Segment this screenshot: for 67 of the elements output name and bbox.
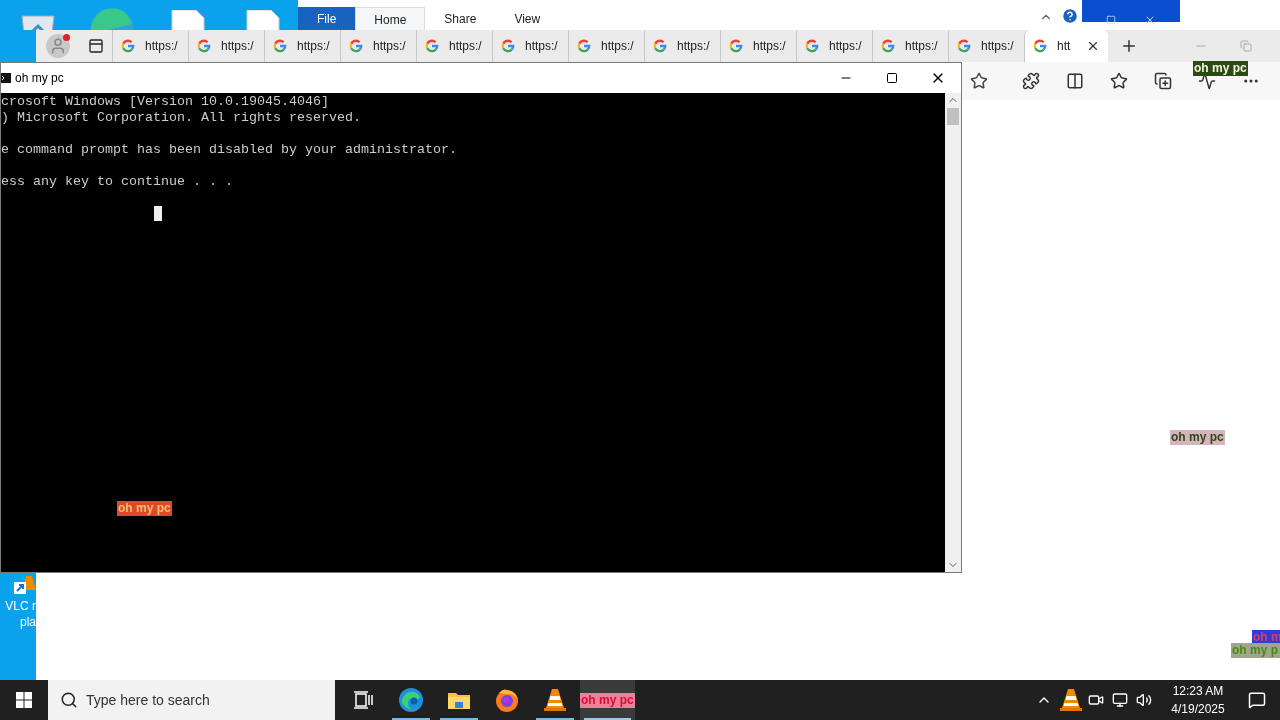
- scrollbar[interactable]: [945, 93, 961, 572]
- google-icon: [881, 39, 895, 53]
- firefox-icon: [494, 687, 520, 713]
- clock[interactable]: 12:23 AM 4/19/2025: [1158, 682, 1238, 718]
- google-icon: [805, 39, 819, 53]
- console-line: ) Microsoft Corporation. All rights reserved.: [1, 110, 362, 126]
- close-tab-icon[interactable]: [1086, 39, 1100, 53]
- ribbon-tab[interactable]: File: [298, 7, 356, 31]
- close-icon[interactable]: [1144, 14, 1156, 26]
- clock-time: 12:23 AM: [1172, 683, 1224, 700]
- maximize-icon: [886, 72, 898, 84]
- shortcut-label: VLC r: [5, 598, 36, 614]
- google-icon: [501, 39, 515, 53]
- traffic-cone-icon: [544, 688, 566, 712]
- console-line: ess any key to continue . . .: [1, 174, 234, 190]
- search-field[interactable]: Type here to search: [48, 680, 335, 720]
- scroll-thumb[interactable]: [947, 108, 959, 125]
- split-screen-icon[interactable]: [1066, 72, 1084, 90]
- traffic-cone-icon: [1060, 688, 1082, 712]
- shortcut-label: pla: [20, 614, 36, 630]
- collections-icon[interactable]: [1154, 72, 1172, 90]
- favorite-star-icon[interactable]: [970, 72, 988, 90]
- vlc-shortcut-icon[interactable]: [12, 576, 36, 596]
- console-line: e command prompt has been disabled by your administrator.: [1, 142, 458, 158]
- running-indicator: [440, 718, 478, 720]
- network-icon[interactable]: [1112, 692, 1128, 708]
- google-icon: [653, 39, 667, 53]
- edge-icon: [398, 687, 424, 713]
- folder-icon: [447, 690, 471, 710]
- favorites-icon[interactable]: [1110, 72, 1128, 90]
- camera-icon[interactable]: [1088, 692, 1104, 708]
- windows-logo-icon: [16, 692, 32, 708]
- console-line: crosoft Windows [Version 10.0.19045.4046]: [1, 94, 330, 110]
- browser-tab[interactable]: htt: [1024, 30, 1108, 62]
- overlay-label: oh my pc: [1170, 430, 1225, 445]
- notifications-icon[interactable]: [1248, 691, 1266, 709]
- maximize-icon[interactable]: [1106, 15, 1116, 25]
- running-indicator: [392, 718, 430, 720]
- text-cursor: [154, 206, 162, 221]
- google-icon: [729, 39, 743, 53]
- overlay-label: oh my pc: [580, 692, 635, 708]
- google-icon: [197, 39, 211, 53]
- ribbon-tab[interactable]: Home: [355, 7, 426, 31]
- google-icon: [1033, 39, 1047, 53]
- google-icon: [957, 39, 971, 53]
- ribbon-tab[interactable]: Share: [425, 7, 496, 31]
- tab-actions-icon[interactable]: [88, 38, 104, 54]
- overlay-label: oh my pc: [117, 501, 172, 516]
- window-title: oh my pc: [15, 70, 64, 87]
- google-icon: [577, 39, 591, 53]
- volume-icon[interactable]: [1136, 692, 1152, 708]
- profile-avatar[interactable]: [46, 34, 70, 58]
- google-icon: [273, 39, 287, 53]
- ribbon-tab[interactable]: View: [495, 7, 560, 31]
- overlay-label: oh my p: [1231, 643, 1280, 658]
- clock-date: 4/19/2025: [1171, 701, 1225, 718]
- google-icon: [349, 39, 363, 53]
- extensions-icon[interactable]: [1022, 72, 1040, 90]
- new-tab-icon[interactable]: [1120, 37, 1138, 55]
- task-view-icon: [353, 691, 373, 709]
- search-icon: [60, 691, 78, 709]
- overlay-label: oh my pc: [1193, 61, 1248, 76]
- running-indicator: [536, 718, 574, 720]
- running-indicator: [584, 718, 631, 720]
- google-icon: [121, 39, 135, 53]
- google-icon: [425, 39, 439, 53]
- help-icon[interactable]: [1061, 7, 1079, 25]
